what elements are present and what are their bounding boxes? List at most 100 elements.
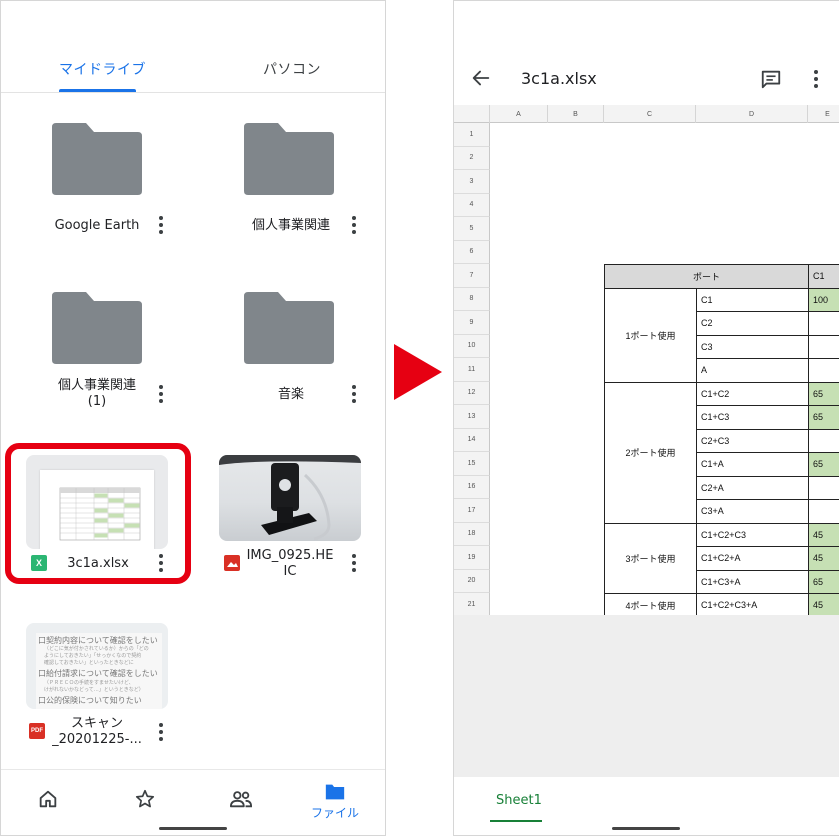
corner-cell: [454, 105, 490, 123]
column-header[interactable]: C: [604, 105, 696, 123]
row-header[interactable]: 20: [454, 569, 490, 593]
pdf-thumbnail[interactable]: 口契約内容について確認をしたい （どこに気が付かされているか）からの「どの よう…: [26, 623, 168, 709]
value-cell[interactable]: 45: [808, 522, 839, 547]
comment-icon[interactable]: [760, 68, 782, 90]
nav-starred[interactable]: [134, 788, 156, 810]
row-header[interactable]: 12: [454, 381, 490, 405]
port-cell[interactable]: A: [696, 358, 809, 383]
value-cell[interactable]: 45: [808, 546, 839, 571]
folder-icon: [244, 292, 334, 364]
item-name: Google Earth: [54, 218, 140, 233]
more-options-icon[interactable]: [346, 214, 362, 236]
selection-highlight: [5, 443, 191, 584]
more-options-icon[interactable]: [153, 383, 169, 405]
more-options-icon[interactable]: [808, 68, 824, 90]
table-header-port[interactable]: ポート: [604, 264, 809, 289]
drive-tabs: マイドライブ パソコン: [1, 1, 385, 93]
more-options-icon[interactable]: [346, 383, 362, 405]
value-cell[interactable]: [808, 358, 839, 383]
gesture-bar: [159, 827, 227, 830]
row-header[interactable]: 17: [454, 499, 490, 523]
scan-line: 口公的保険について知りたい: [38, 696, 142, 705]
spreadsheet-grid[interactable]: A B C D E 1 2 3 4 5 6 7 8 9 10 11 12 13 14 15 16 17 18 19 2…: [454, 105, 839, 615]
row-header[interactable]: 14: [454, 428, 490, 452]
row-header[interactable]: 15: [454, 452, 490, 476]
port-cell[interactable]: C1: [696, 287, 809, 312]
group-label-cell[interactable]: 2ポート使用: [604, 381, 697, 524]
star-icon: [135, 789, 155, 808]
back-arrow-icon[interactable]: [470, 67, 492, 89]
value-cell[interactable]: 65: [808, 405, 839, 430]
row-header[interactable]: 10: [454, 334, 490, 358]
port-cell[interactable]: C2+C3: [696, 428, 809, 453]
value-cell[interactable]: 100: [808, 287, 839, 312]
port-cell[interactable]: C1+C3+A: [696, 569, 809, 594]
port-cell[interactable]: C3+A: [696, 499, 809, 524]
value-cell[interactable]: 65: [808, 381, 839, 406]
column-header[interactable]: B: [548, 105, 604, 123]
row-header[interactable]: 3: [454, 170, 490, 194]
row-header[interactable]: 6: [454, 240, 490, 264]
value-cell[interactable]: [808, 475, 839, 500]
nav-home[interactable]: [37, 788, 59, 810]
port-cell[interactable]: C2: [696, 311, 809, 336]
row-header[interactable]: 2: [454, 146, 490, 170]
row-header[interactable]: 13: [454, 405, 490, 429]
nav-files[interactable]: ファイル: [311, 782, 359, 821]
row-header[interactable]: 7: [454, 264, 490, 288]
value-cell[interactable]: 45: [808, 593, 839, 615]
sheet-tab[interactable]: Sheet1: [496, 793, 542, 808]
row-header[interactable]: 5: [454, 217, 490, 241]
group-label-cell[interactable]: 1ポート使用: [604, 287, 697, 383]
image-thumbnail[interactable]: [219, 455, 361, 541]
column-header[interactable]: A: [490, 105, 548, 123]
column-header[interactable]: D: [696, 105, 808, 123]
port-cell[interactable]: C2+A: [696, 475, 809, 500]
value-cell[interactable]: [808, 311, 839, 336]
image-file-icon: [224, 555, 240, 571]
nav-files-label: ファイル: [311, 806, 360, 820]
port-cell[interactable]: C1+C3: [696, 405, 809, 430]
group-label-cell[interactable]: 4ポート使用: [604, 593, 697, 615]
row-header[interactable]: 4: [454, 193, 490, 217]
port-cell[interactable]: C1+C2+C3: [696, 522, 809, 547]
value-cell[interactable]: 65: [808, 452, 839, 477]
port-cell[interactable]: C1+C2+A: [696, 546, 809, 571]
port-cell[interactable]: C1+C2: [696, 381, 809, 406]
scan-line: （ＰＲＥＣＯの手続をすませたいけど、: [44, 680, 134, 686]
transition-arrow-icon: [394, 344, 442, 400]
value-cell[interactable]: [808, 334, 839, 359]
item-name: 音楽: [277, 387, 304, 402]
row-header[interactable]: 19: [454, 546, 490, 570]
scan-line: けがれないかなどって…」というときなど）: [44, 687, 144, 693]
value-cell[interactable]: 65: [808, 569, 839, 594]
row-header[interactable]: 18: [454, 522, 490, 546]
scan-line: 確認しておきたい」といったときなどに: [44, 660, 134, 666]
port-cell[interactable]: C1+A: [696, 452, 809, 477]
value-cell[interactable]: [808, 428, 839, 453]
row-header[interactable]: 16: [454, 475, 490, 499]
active-sheet-indicator: [490, 820, 542, 822]
more-options-icon[interactable]: [346, 552, 362, 574]
item-name: スキャン _20201225-...: [52, 716, 142, 747]
tab-my-drive[interactable]: マイドライブ: [59, 59, 146, 79]
row-header[interactable]: 11: [454, 358, 490, 382]
port-cell[interactable]: C1+C2+C3+A: [696, 593, 809, 615]
row-header[interactable]: 21: [454, 593, 490, 615]
row-header[interactable]: 8: [454, 287, 490, 311]
sheet-tab-bar: Sheet1: [454, 777, 839, 835]
port-cell[interactable]: C3: [696, 334, 809, 359]
row-header[interactable]: 9: [454, 311, 490, 335]
row-header[interactable]: 1: [454, 123, 490, 147]
column-header[interactable]: E: [808, 105, 839, 123]
tab-computers[interactable]: パソコン: [263, 59, 321, 79]
table-header-c1[interactable]: C1: [808, 264, 839, 289]
folder-icon: [52, 292, 142, 364]
shared-icon: [230, 791, 253, 808]
more-options-icon[interactable]: [153, 214, 169, 236]
nav-shared[interactable]: [229, 788, 253, 810]
more-options-icon[interactable]: [153, 721, 169, 743]
folder-icon: [325, 784, 345, 800]
value-cell[interactable]: [808, 499, 839, 524]
group-label-cell[interactable]: 3ポート使用: [604, 522, 697, 594]
